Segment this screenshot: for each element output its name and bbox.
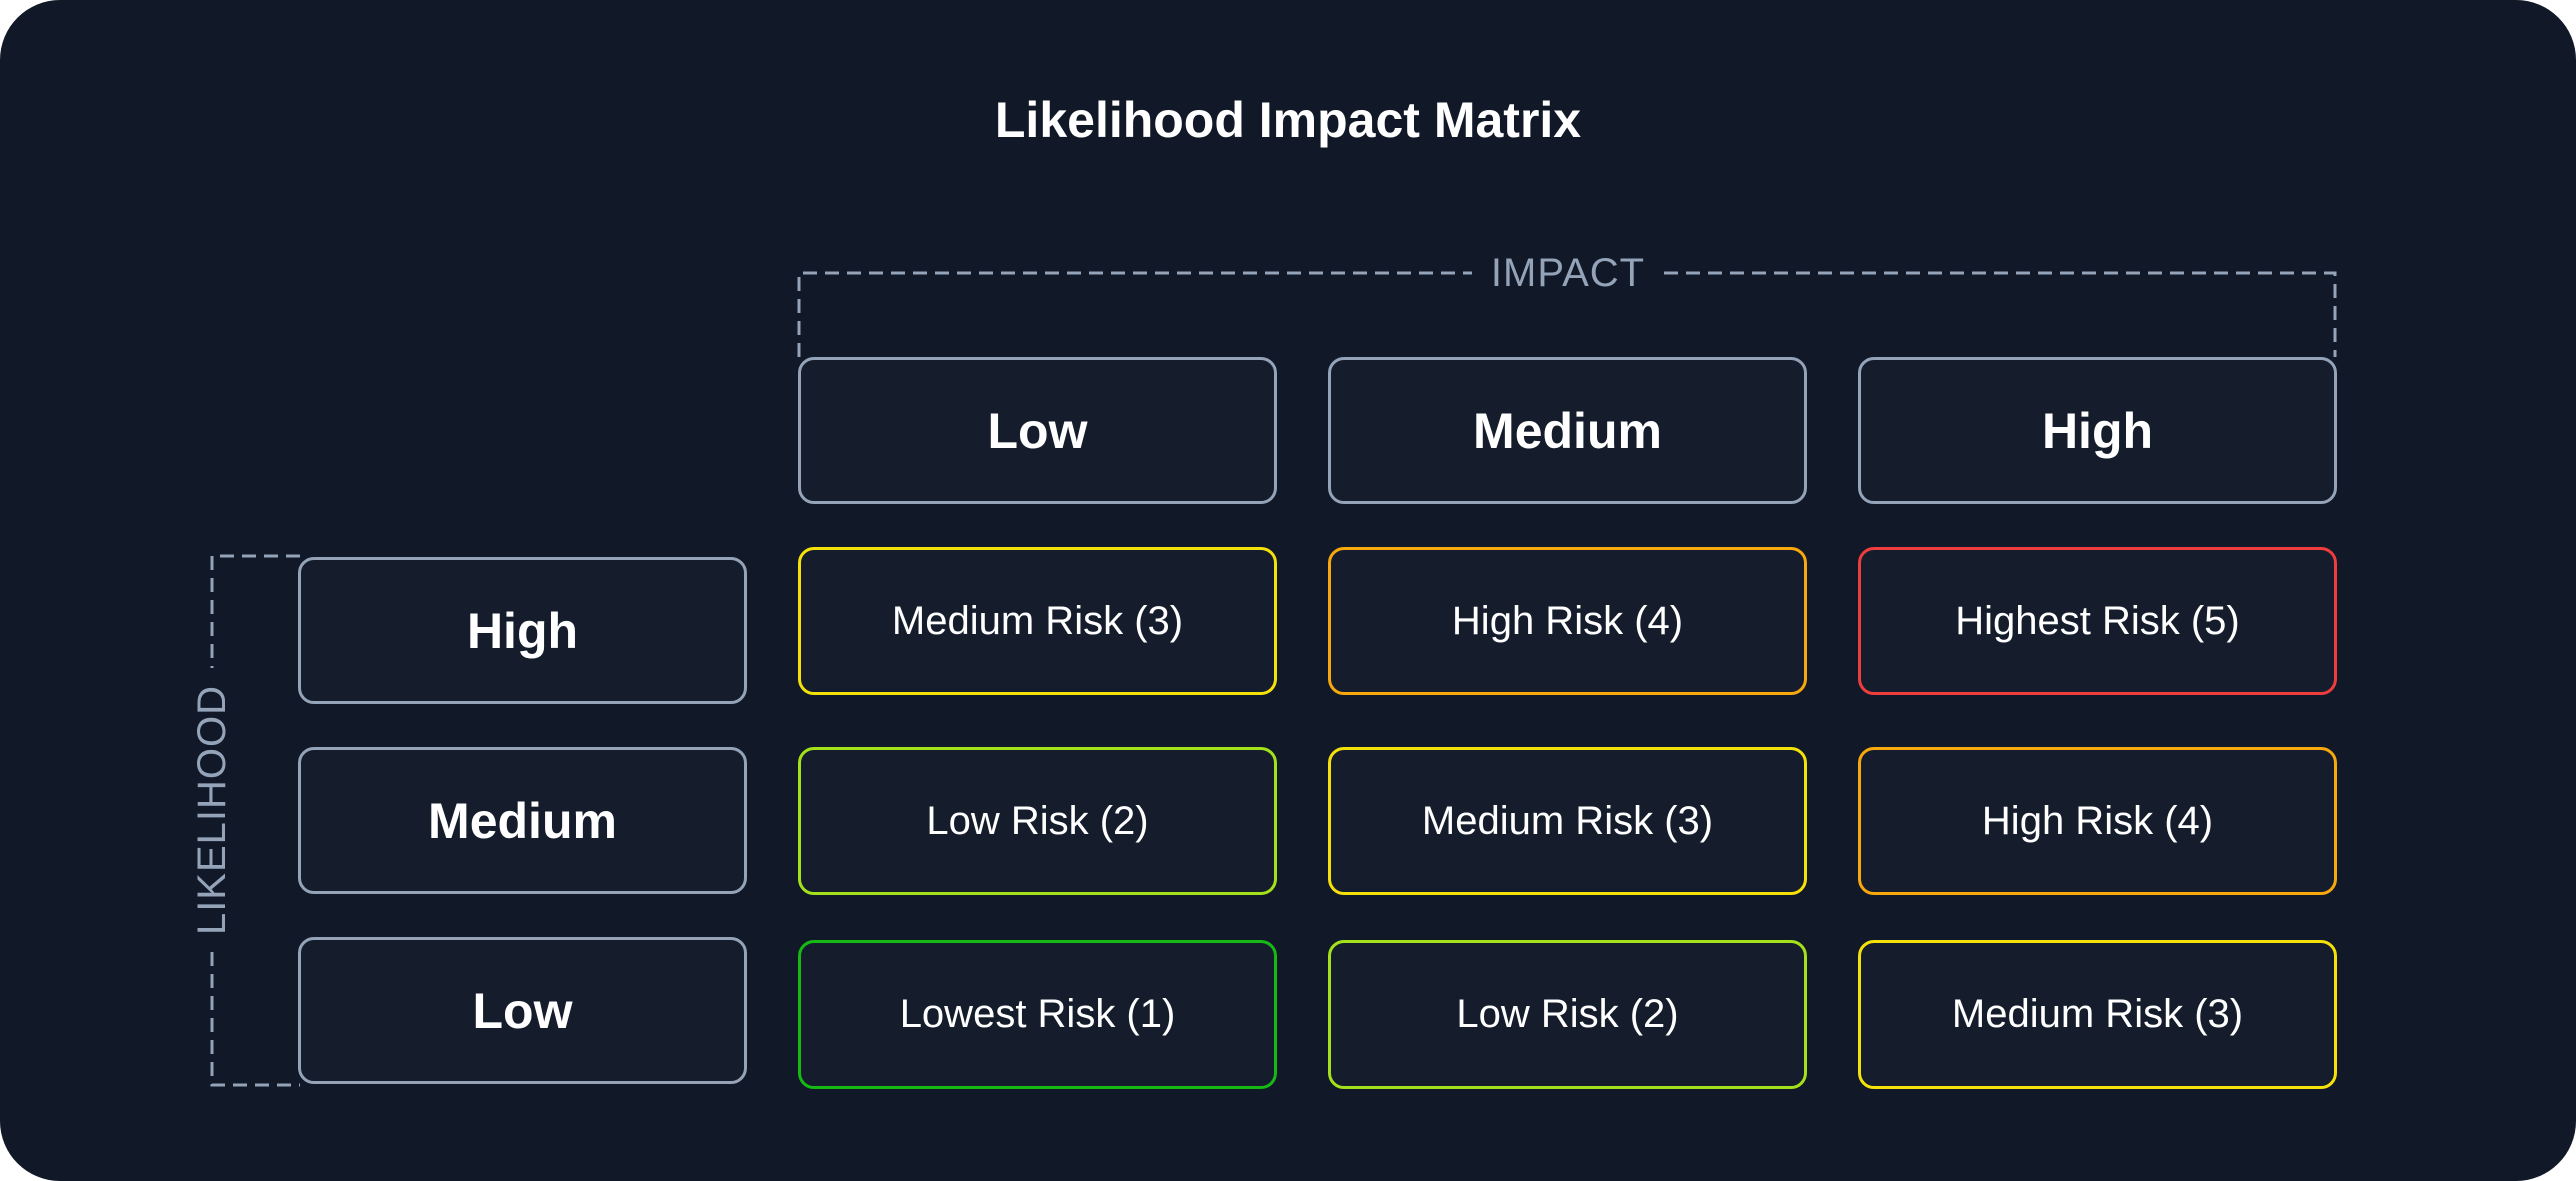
risk-cell-high-low: Medium Risk (3) — [798, 547, 1277, 695]
impact-header-medium: Medium — [1328, 357, 1807, 504]
likelihood-header-high: High — [298, 557, 747, 704]
likelihood-header-medium: Medium — [298, 747, 747, 894]
impact-bracket-right — [1664, 271, 2337, 357]
risk-cell-low-low: Lowest Risk (1) — [798, 940, 1277, 1089]
risk-cell-medium-medium: Medium Risk (3) — [1328, 747, 1807, 895]
likelihood-header-low: Low — [298, 937, 747, 1084]
impact-axis-label: IMPACT — [1490, 251, 1646, 295]
likelihood-bracket-bottom — [210, 952, 300, 1087]
impact-header-high: High — [1858, 357, 2337, 504]
page-title: Likelihood Impact Matrix — [994, 92, 1582, 148]
impact-bracket-left — [797, 271, 1472, 357]
likelihood-bracket-top — [210, 554, 300, 668]
likelihood-axis-label: LIKELIHOOD — [190, 684, 234, 936]
impact-header-low: Low — [798, 357, 1277, 504]
risk-cell-medium-high: High Risk (4) — [1858, 747, 2337, 895]
risk-cell-high-high: Highest Risk (5) — [1858, 547, 2337, 695]
risk-cell-medium-low: Low Risk (2) — [798, 747, 1277, 895]
matrix-canvas: Likelihood Impact Matrix IMPACT LIKELIHO… — [0, 0, 2576, 1181]
risk-cell-high-medium: High Risk (4) — [1328, 547, 1807, 695]
risk-cell-low-medium: Low Risk (2) — [1328, 940, 1807, 1089]
risk-cell-low-high: Medium Risk (3) — [1858, 940, 2337, 1089]
